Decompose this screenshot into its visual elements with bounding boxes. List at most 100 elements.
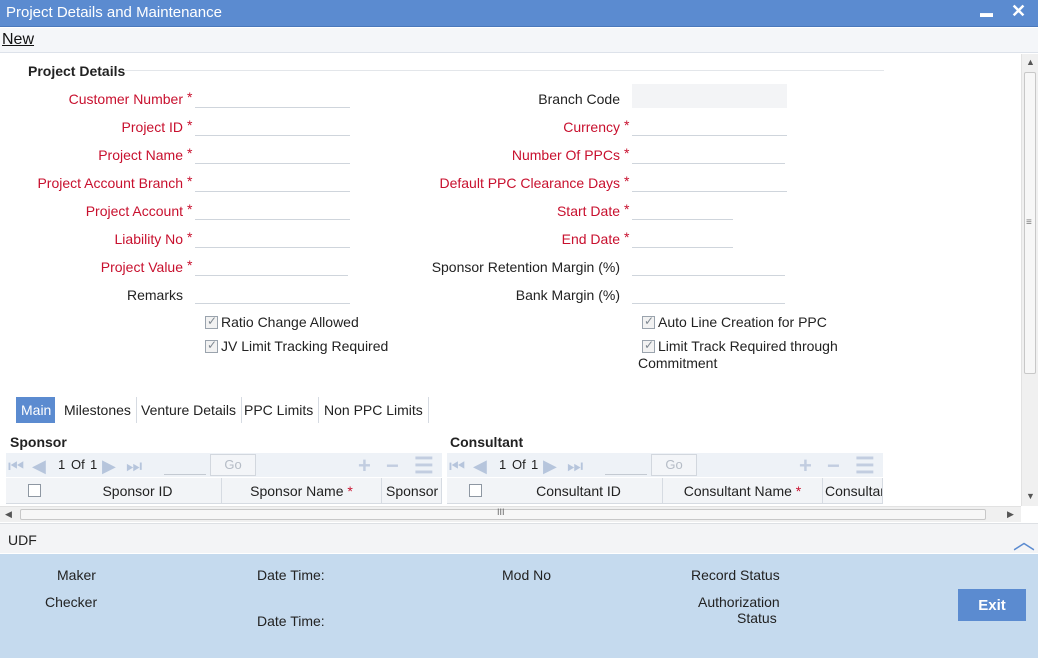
field-label: Remarks — [126, 287, 183, 303]
tab-venture-details[interactable]: Venture Details — [136, 397, 242, 423]
add-row-icon[interactable]: + — [799, 453, 812, 479]
vertical-scroll-thumb[interactable]: ≡ — [1024, 72, 1036, 374]
tab-milestones[interactable]: Milestones — [59, 397, 137, 423]
column-header[interactable]: Sponsor ID — [54, 478, 222, 504]
sponsor-retention-margin-input[interactable] — [632, 252, 785, 276]
form-content: Project Details Ratio Change Allowed JV … — [0, 54, 1020, 506]
page-of: Of — [512, 457, 526, 472]
required-mark: * — [624, 145, 630, 161]
go-button[interactable]: Go — [651, 454, 697, 476]
mod-no-label: Mod No — [502, 567, 552, 583]
ratio-change-label: Ratio Change Allowed — [221, 314, 359, 330]
column-header[interactable]: Consultant Name * — [663, 478, 823, 504]
remarks-input[interactable] — [195, 280, 350, 304]
first-page-icon[interactable]: ⏮ — [8, 456, 24, 477]
page-current: 1 — [58, 457, 66, 472]
scroll-grip-icon: III — [497, 507, 505, 517]
page-current: 1 — [499, 457, 507, 472]
project-account-input[interactable] — [195, 196, 350, 220]
field-label: Start Date — [556, 203, 620, 219]
vertical-scrollbar[interactable]: ▲ ≡ ▼ — [1021, 54, 1038, 506]
required-mark: * — [624, 173, 630, 189]
auto-line-checkbox[interactable] — [642, 314, 655, 329]
close-icon[interactable]: ✕ — [1011, 1, 1026, 22]
prev-page-icon[interactable]: ◀ — [473, 456, 487, 477]
next-page-icon[interactable]: ▶ — [543, 456, 557, 477]
scroll-grip-icon: ≡ — [1026, 217, 1032, 228]
last-page-icon[interactable]: ⏭ — [567, 456, 583, 477]
number-of-ppcs-input[interactable] — [632, 140, 785, 164]
bank-margin-input[interactable] — [632, 280, 785, 304]
field-label: Project Account Branch — [37, 175, 183, 191]
delete-row-icon[interactable]: − — [827, 453, 840, 479]
tab-main[interactable]: Main — [16, 397, 55, 423]
ratio-change-checkbox[interactable] — [205, 314, 218, 329]
new-link[interactable]: New — [2, 31, 34, 49]
column-header[interactable]: Sponsor Name * — [222, 478, 382, 504]
field-label: Project Name — [98, 147, 183, 163]
tab-non-ppc-limits[interactable]: Non PPC Limits — [319, 397, 429, 423]
page-number-input[interactable] — [605, 455, 647, 475]
record-status-label: Record Status — [691, 567, 780, 583]
sponsor-grid-header: Sponsor ID Sponsor Name * Sponsor A — [6, 478, 442, 504]
required-mark: * — [187, 257, 193, 273]
scroll-up-icon[interactable]: ▲ — [1026, 57, 1035, 67]
exit-button[interactable]: Exit — [958, 589, 1026, 621]
column-header[interactable]: Consultan — [823, 478, 883, 504]
scroll-right-icon[interactable]: ▶ — [1007, 509, 1014, 520]
view-row-icon[interactable]: ☰ — [414, 453, 434, 479]
project-account-branch-input[interactable] — [195, 168, 350, 192]
tab-ppc-limits[interactable]: PPC Limits — [239, 397, 320, 423]
minimize-icon[interactable]: ▬ — [980, 5, 993, 20]
project-value-input[interactable] — [195, 252, 348, 276]
first-page-icon[interactable]: ⏮ — [449, 456, 465, 477]
prev-page-icon[interactable]: ◀ — [32, 456, 46, 477]
field-label: Bank Margin (%) — [515, 287, 620, 303]
end-date-input[interactable] — [632, 224, 733, 248]
go-button[interactable]: Go — [210, 454, 256, 476]
branch-code-input — [632, 84, 787, 108]
chevron-up-icon[interactable]: ︿ — [1013, 524, 1035, 556]
required-mark: * — [795, 483, 802, 499]
liability-no-input[interactable] — [195, 224, 350, 248]
auto-line-label: Auto Line Creation for PPC — [658, 314, 827, 330]
scroll-left-icon[interactable]: ◀ — [5, 509, 12, 520]
title-bar: Project Details and Maintenance ▬ ✕ — [0, 0, 1038, 27]
currency-input[interactable] — [632, 112, 787, 136]
default-ppc-clearance-days-input[interactable] — [632, 168, 787, 192]
limit-track-checkbox[interactable] — [642, 338, 655, 353]
project-id-input[interactable] — [195, 112, 350, 136]
column-header[interactable]: Sponsor A — [382, 478, 442, 504]
jv-limit-checkbox[interactable] — [205, 338, 218, 353]
field-label: Project Value — [100, 259, 183, 275]
project-name-input[interactable] — [195, 140, 350, 164]
checker-date-time-label: Date Time: — [257, 613, 325, 629]
start-date-input[interactable] — [632, 196, 733, 220]
field-label: Project ID — [121, 119, 183, 135]
add-row-icon[interactable]: + — [358, 453, 371, 479]
select-all-checkbox[interactable] — [28, 484, 41, 497]
page-total: 1 — [90, 457, 98, 472]
column-header[interactable]: Consultant ID — [495, 478, 663, 504]
consultant-toolbar: ⏮ ◀ 1 Of 1 ▶ ⏭ Go + − ☰ — [447, 453, 883, 479]
customer-number-input[interactable] — [195, 84, 350, 108]
horizontal-scroll-thumb[interactable]: III — [20, 507, 986, 520]
udf-bar: UDF ︿ — [0, 523, 1038, 556]
last-page-icon[interactable]: ⏭ — [126, 456, 142, 477]
next-page-icon[interactable]: ▶ — [102, 456, 116, 477]
maker-label: Maker — [57, 567, 96, 583]
select-all-checkbox[interactable] — [469, 484, 482, 497]
udf-link[interactable]: UDF — [8, 532, 37, 548]
scroll-down-icon[interactable]: ▼ — [1026, 491, 1035, 501]
column-header-label: Consultant Name — [683, 483, 792, 499]
page-number-input[interactable] — [164, 455, 206, 475]
required-mark: * — [624, 229, 630, 245]
field-label: Liability No — [114, 231, 183, 247]
consultant-title: Consultant — [450, 434, 524, 450]
horizontal-scrollbar[interactable]: ◀ III ▶ — [0, 506, 1021, 522]
delete-row-icon[interactable]: − — [386, 453, 399, 479]
required-mark: * — [624, 117, 630, 133]
audit-footer: Maker Checker Date Time: Date Time: Mod … — [0, 554, 1038, 658]
view-row-icon[interactable]: ☰ — [855, 453, 875, 479]
field-label: Default PPC Clearance Days — [439, 175, 620, 191]
